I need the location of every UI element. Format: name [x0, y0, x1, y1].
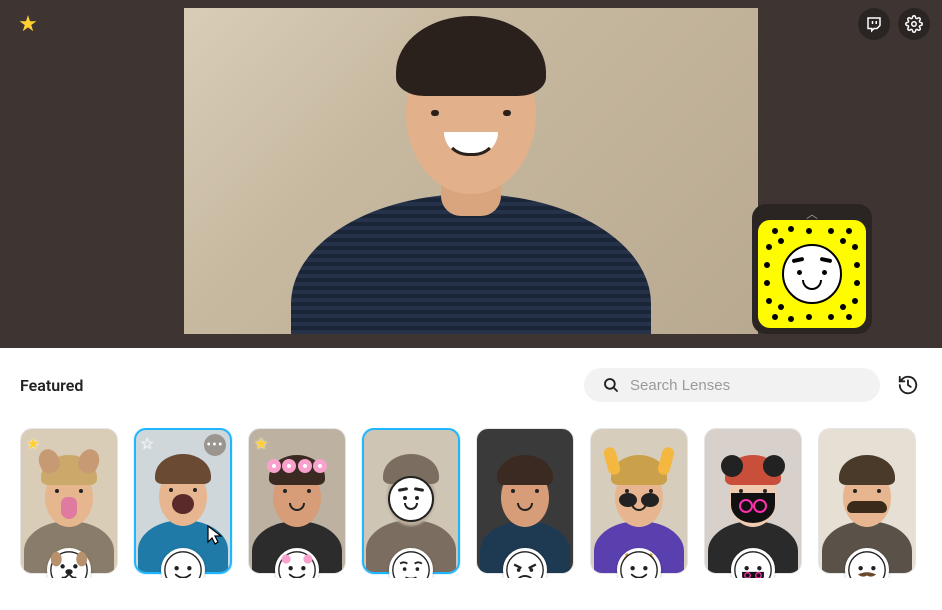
lens-icon: [275, 548, 319, 578]
search-input[interactable]: [630, 377, 862, 394]
lens-icon: [161, 548, 205, 578]
history-button[interactable]: [894, 371, 922, 399]
lens-card-big-mouth[interactable]: ☆ •••: [134, 428, 232, 574]
preview-person: [291, 74, 651, 334]
lens-card-neon-mask[interactable]: [704, 428, 802, 574]
lens-card-dog[interactable]: ★: [20, 428, 118, 574]
search-box[interactable]: [584, 368, 880, 402]
lens-icon: [389, 548, 433, 578]
favorites-button[interactable]: ★: [12, 8, 44, 40]
panel-title: Featured: [20, 376, 83, 395]
lens-icon: [845, 548, 889, 578]
twitch-icon: [865, 15, 883, 33]
chevron-up-icon: ︿: [806, 210, 818, 218]
search-icon: [602, 376, 620, 394]
camera-preview: [184, 8, 758, 334]
settings-button[interactable]: [898, 8, 930, 40]
camera-preview-area: ★ ︿: [0, 0, 942, 348]
snapcode: [758, 220, 866, 328]
lens-card-flowers[interactable]: ★: [248, 428, 346, 574]
panel-header: Featured: [20, 368, 922, 402]
lens-icon: [503, 548, 547, 578]
star-icon[interactable]: ★: [26, 434, 40, 453]
lens-card-jaw[interactable]: [476, 428, 574, 574]
lens-card-no-face[interactable]: [362, 428, 460, 574]
lens-card-deer[interactable]: [590, 428, 688, 574]
history-icon: [897, 374, 919, 396]
star-icon[interactable]: ☆: [140, 434, 154, 453]
snapcode-panel[interactable]: ︿: [752, 204, 872, 334]
twitch-button[interactable]: [858, 8, 890, 40]
lens-icon: [617, 548, 661, 578]
lens-card-mustache[interactable]: [818, 428, 916, 574]
star-icon: ★: [18, 12, 38, 37]
gear-icon: [905, 15, 923, 33]
star-icon[interactable]: ★: [254, 434, 268, 453]
lens-panel: Featured: [0, 348, 942, 610]
lens-icon: [731, 548, 775, 578]
more-icon[interactable]: •••: [204, 434, 226, 456]
cursor-icon: [206, 524, 224, 550]
lens-icon: [47, 548, 91, 578]
lens-carousel[interactable]: ★ ☆ ••• ★: [20, 428, 922, 578]
